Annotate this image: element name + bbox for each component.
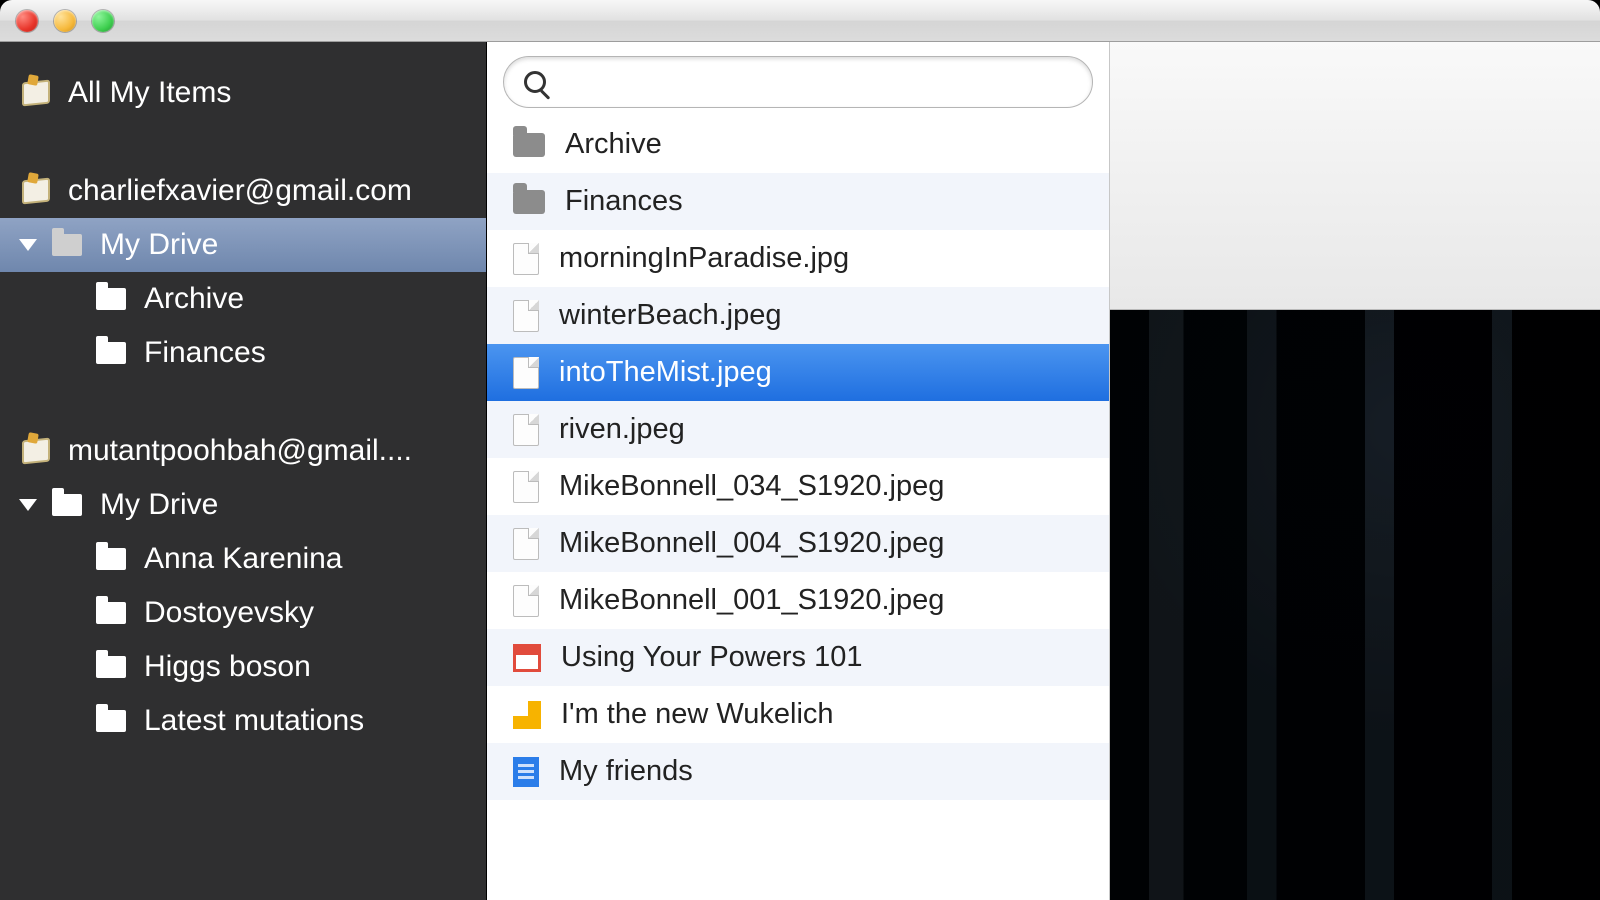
folder-icon — [513, 190, 545, 214]
search-field[interactable] — [503, 56, 1093, 108]
sidebar-folder-label: Dostoyevsky — [144, 596, 314, 630]
sidebar-account-label: mutantpoohbah@gmail.... — [68, 434, 412, 468]
file-name-label: MikeBonnell_004_S1920.jpeg — [559, 527, 944, 560]
folder-icon — [52, 494, 82, 516]
sidebar-drive-0[interactable]: My Drive — [0, 218, 486, 272]
file-row[interactable]: intoTheMist.jpeg — [487, 344, 1109, 401]
app-window: All My Items charliefxavier@gmail.com My… — [0, 0, 1600, 900]
file-row[interactable]: riven.jpeg — [487, 401, 1109, 458]
sidebar-account-0[interactable]: charliefxavier@gmail.com — [0, 164, 486, 218]
folder-row[interactable]: Archive — [487, 116, 1109, 173]
file-row[interactable]: MikeBonnell_001_S1920.jpeg — [487, 572, 1109, 629]
sidebar-account-label: charliefxavier@gmail.com — [68, 174, 412, 208]
file-list-panel: Archive Finances morningInParadise.jpg wint… — [486, 42, 1110, 900]
sidebar-drive-label: My Drive — [100, 228, 218, 262]
sidebar-all-items[interactable]: All My Items — [0, 66, 486, 120]
search-wrap — [487, 42, 1109, 116]
sidebar-folder-latest-mutations[interactable]: Latest mutations — [0, 694, 486, 748]
file-name-label: winterBeach.jpeg — [559, 299, 781, 332]
sidebar-folder-dostoyevsky[interactable]: Dostoyevsky — [0, 586, 486, 640]
sidebar-folder-label: Higgs boson — [144, 650, 311, 684]
file-row[interactable]: morningInParadise.jpg — [487, 230, 1109, 287]
box-icon — [22, 81, 50, 105]
zoom-button[interactable] — [92, 10, 114, 32]
sidebar-folder-label: Archive — [144, 282, 244, 316]
sidebar-drive-label: My Drive — [100, 488, 218, 522]
sidebar-folder-finances[interactable]: Finances — [0, 326, 486, 380]
file-name-label: MikeBonnell_034_S1920.jpeg — [559, 470, 944, 503]
file-row[interactable]: MikeBonnell_004_S1920.jpeg — [487, 515, 1109, 572]
folder-icon — [513, 133, 545, 157]
sidebar-drive-1[interactable]: My Drive — [0, 478, 486, 532]
sidebar: All My Items charliefxavier@gmail.com My… — [0, 42, 486, 900]
file-icon — [513, 471, 539, 503]
file-icon — [513, 528, 539, 560]
preview-header — [1110, 42, 1600, 310]
disclosure-triangle-icon[interactable] — [19, 239, 37, 251]
file-name-label: riven.jpeg — [559, 413, 685, 446]
folder-icon — [96, 288, 126, 310]
file-name-label: morningInParadise.jpg — [559, 242, 849, 275]
file-icon — [513, 357, 539, 389]
box-icon — [22, 439, 50, 463]
file-icon — [513, 243, 539, 275]
file-row[interactable]: My friends — [487, 743, 1109, 800]
file-name-label: intoTheMist.jpeg — [559, 356, 772, 389]
file-icon — [513, 585, 539, 617]
folder-icon — [96, 710, 126, 732]
file-row[interactable]: Using Your Powers 101 — [487, 629, 1109, 686]
document-icon — [513, 757, 539, 787]
content-area: All My Items charliefxavier@gmail.com My… — [0, 42, 1600, 900]
drawing-icon — [513, 701, 541, 729]
file-listing: Archive Finances morningInParadise.jpg wint… — [487, 116, 1109, 900]
file-name-label: Archive — [565, 128, 662, 161]
file-name-label: Finances — [565, 185, 683, 218]
close-button[interactable] — [16, 10, 38, 32]
sidebar-account-1[interactable]: mutantpoohbah@gmail.... — [0, 424, 486, 478]
preview-panel — [1110, 42, 1600, 900]
disclosure-triangle-icon[interactable] — [19, 499, 37, 511]
sidebar-folder-label: Latest mutations — [144, 704, 364, 738]
sidebar-all-items-label: All My Items — [68, 76, 231, 110]
file-name-label: My friends — [559, 755, 693, 788]
sidebar-folder-anna-karenina[interactable]: Anna Karenina — [0, 532, 486, 586]
sidebar-folder-archive[interactable]: Archive — [0, 272, 486, 326]
box-icon — [22, 179, 50, 203]
sidebar-folder-higgs-boson[interactable]: Higgs boson — [0, 640, 486, 694]
titlebar — [0, 0, 1600, 42]
folder-icon — [96, 656, 126, 678]
search-input[interactable] — [558, 67, 1072, 98]
file-name-label: MikeBonnell_001_S1920.jpeg — [559, 584, 944, 617]
presentation-icon — [513, 644, 541, 672]
preview-image — [1110, 310, 1600, 900]
folder-icon — [52, 234, 82, 256]
folder-row[interactable]: Finances — [487, 173, 1109, 230]
file-icon — [513, 414, 539, 446]
folder-icon — [96, 342, 126, 364]
file-name-label: Using Your Powers 101 — [561, 641, 862, 674]
file-name-label: I'm the new Wukelich — [561, 698, 834, 731]
file-icon — [513, 300, 539, 332]
file-row[interactable]: winterBeach.jpeg — [487, 287, 1109, 344]
file-row[interactable]: MikeBonnell_034_S1920.jpeg — [487, 458, 1109, 515]
sidebar-folder-label: Finances — [144, 336, 266, 370]
folder-icon — [96, 548, 126, 570]
minimize-button[interactable] — [54, 10, 76, 32]
sidebar-folder-label: Anna Karenina — [144, 542, 343, 576]
search-icon — [524, 71, 546, 93]
folder-icon — [96, 602, 126, 624]
file-row[interactable]: I'm the new Wukelich — [487, 686, 1109, 743]
